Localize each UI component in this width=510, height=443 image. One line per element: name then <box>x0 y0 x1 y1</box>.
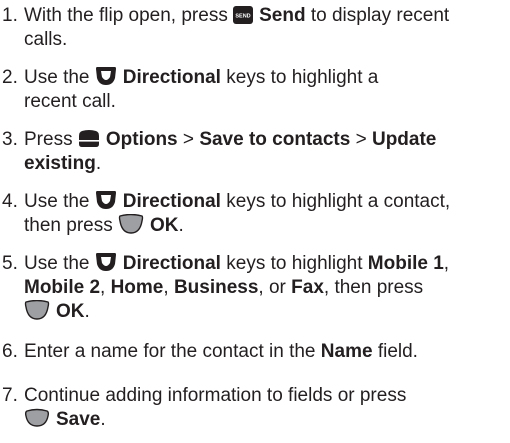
punctuation: , <box>163 277 169 298</box>
directional-key-icon <box>95 190 117 210</box>
step-text: Use the Directional keys to highlight Mo… <box>24 252 500 324</box>
punctuation: , <box>443 253 450 274</box>
step-text-segment: Use the <box>24 253 90 274</box>
softkey-icon <box>24 408 50 428</box>
step-2: 2. Use the Directional keys to highlight… <box>0 66 500 114</box>
step-7: 7. Continue adding information to fields… <box>0 384 500 432</box>
punctuation: . <box>95 153 102 174</box>
step-text-segment: Continue adding information to fields or… <box>24 385 407 406</box>
punctuation: . <box>100 409 106 430</box>
send-icon-text: SEND <box>235 14 250 20</box>
step-number: 1. <box>2 5 18 26</box>
step-number: 7. <box>2 385 18 406</box>
step-text: Use the Directional keys to highlight a … <box>24 66 500 114</box>
ok-label: OK <box>56 301 85 322</box>
directional-label: Directional <box>122 253 221 274</box>
step-text: Use the Directional keys to highlight a … <box>24 190 500 238</box>
step-text-segment: calls. <box>24 29 68 50</box>
menu-separator: > <box>182 129 195 150</box>
step-number: 4. <box>2 191 18 212</box>
step-text-segment: , then press <box>323 277 424 298</box>
step-text-segment: keys to highlight <box>226 253 363 274</box>
punctuation: , <box>100 277 106 298</box>
step-text-segment: With the flip open, press <box>24 5 228 26</box>
step-6: 6. Enter a name for the contact in the N… <box>0 340 500 364</box>
mobile-2-label: Mobile 2 <box>24 277 101 298</box>
step-text-segment: keys to highlight a <box>226 67 379 88</box>
softkey-icon <box>78 130 100 148</box>
save-label: Save <box>56 409 101 430</box>
step-text-segment: field. <box>377 341 418 362</box>
step-4: 4. Use the Directional keys to highlight… <box>0 190 500 238</box>
step-1: 1. With the flip open, press SEND Send to… <box>0 4 500 52</box>
step-number: 5. <box>2 253 18 274</box>
options-label: Options <box>105 129 178 150</box>
directional-key-icon <box>95 252 117 272</box>
step-number: 6. <box>2 341 18 362</box>
ok-key-icon <box>118 214 144 234</box>
step-text-segment: Press <box>24 129 73 150</box>
step-text-segment: Use the <box>24 191 90 212</box>
step-text-segment: Enter a name for the contact in the <box>24 341 316 362</box>
directional-label: Directional <box>122 67 221 88</box>
punctuation: . <box>178 215 184 236</box>
step-text-segment: Use the <box>24 67 90 88</box>
step-text-segment: keys to highlight a contact, <box>226 191 451 212</box>
step-3: 3. Press Options > Save to contacts > Up… <box>0 128 500 176</box>
home-label: Home <box>110 277 164 298</box>
step-number: 3. <box>2 129 18 150</box>
ok-key-icon <box>24 300 50 320</box>
business-label: Business <box>173 277 259 298</box>
punctuation: . <box>84 301 90 322</box>
send-label: Send <box>259 5 306 26</box>
send-key-icon: SEND <box>233 6 254 24</box>
step-text: Press Options > Save to contacts > Updat… <box>24 128 500 176</box>
step-text-segment: , or <box>258 277 286 298</box>
name-field-label: Name <box>320 341 373 362</box>
update-existing-label: Update <box>371 129 437 150</box>
fax-label: Fax <box>291 277 324 298</box>
step-number: 2. <box>2 67 18 88</box>
step-text-segment: recent call. <box>24 91 116 112</box>
step-5: 5. Use the Directional keys to highlight… <box>0 252 500 324</box>
menu-separator: > <box>355 129 367 150</box>
directional-label: Directional <box>122 191 221 212</box>
mobile-1-label: Mobile 1 <box>367 253 444 274</box>
save-to-contacts-label: Save to contacts <box>199 129 351 150</box>
step-text: With the flip open, press SEND Send to di… <box>24 4 500 52</box>
directional-key-icon <box>95 66 117 86</box>
step-text: Enter a name for the contact in the Name… <box>24 340 500 364</box>
update-existing-label: existing <box>24 153 96 174</box>
step-text-segment: to display recent <box>310 5 450 26</box>
step-text-segment: then press <box>24 215 113 236</box>
ok-label: OK <box>150 215 179 236</box>
step-text: Continue adding information to fields or… <box>24 384 500 432</box>
